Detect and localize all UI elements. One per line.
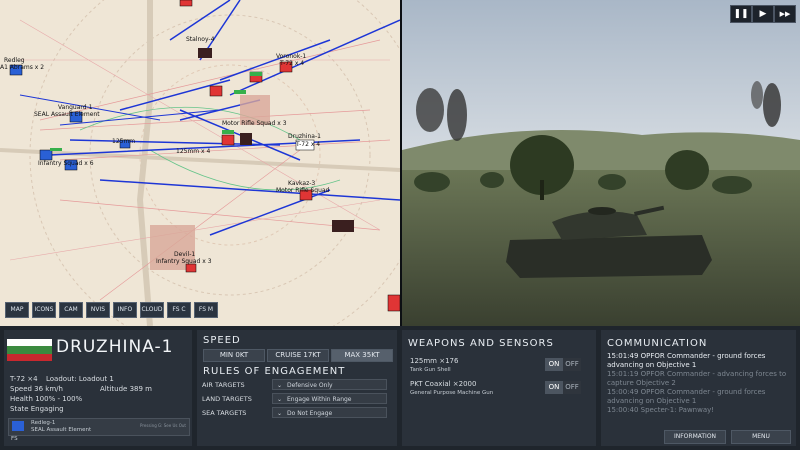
bottom-hud: DRUZHINA-1 T-72 ×4 Loadout: Loadout 1 Sp… (0, 326, 800, 450)
comm-message: 15:00:49 OPFOR Commander - ground forces… (607, 388, 766, 405)
speed-max-button[interactable]: MAX 35KT (331, 349, 393, 362)
unit-panel: DRUZHINA-1 T-72 ×4 Loadout: Loadout 1 Sp… (4, 330, 192, 446)
comm-message: 15:01:19 OPFOR Commander - advancing for… (607, 370, 787, 387)
speed-roe-panel: SPEED MIN 0KT CRUISE 17KT MAX 35KT RULES… (197, 330, 397, 446)
roe-sea-value: Do Not Engage (287, 410, 333, 417)
map-label-devil-sub: Infantry Squad x 3 (156, 258, 212, 265)
map-label-infantry-left: Infantry Squad x 6 (38, 160, 94, 167)
map-label-motor: Motor Rifle Squad x 3 (222, 120, 287, 127)
map-button-map[interactable]: MAP (5, 302, 29, 318)
map-label-kavkaz-sub: Motor Rifle Squad (276, 187, 330, 194)
map-label-redleg-sub: A1 Abrams x 2 (0, 64, 45, 71)
comm-message: 15:01:49 OPFOR Commander - ground forces… (607, 352, 766, 369)
chevron-down-icon: ⌄ (277, 396, 283, 403)
unit-health: Health 100% - 100% (10, 395, 83, 403)
map-button-fsm[interactable]: FS M (194, 302, 218, 318)
map-label-vanguard: Vanguard-1 (58, 104, 93, 111)
roe-land-value: Engage Within Range (287, 396, 352, 403)
scene-canvas (402, 0, 800, 326)
map-label-125mm-a: 125mm (112, 138, 136, 145)
menu-button[interactable]: MENU (731, 430, 791, 444)
map-label-voronok-sub: T-72 x 4 (280, 60, 305, 67)
target-hint: Pressing G: See Us Out (140, 423, 186, 428)
unit-state: State Engaging (10, 405, 64, 413)
unit-icon (12, 421, 24, 431)
map-button-nvis[interactable]: NVIS (86, 302, 110, 318)
map-button-cloud[interactable]: CLOUD (140, 302, 164, 318)
weapon-1-on[interactable]: ON (545, 358, 563, 371)
map-button-icons[interactable]: ICONS (32, 302, 56, 318)
unit-altitude: Altitude 389 m (100, 385, 152, 393)
camera-view[interactable]: ❚❚ ▶ ▶▶ (402, 0, 800, 326)
roe-land-select[interactable]: ⌄ Engage Within Range (272, 393, 387, 404)
chevron-down-icon: ⌄ (277, 382, 283, 389)
map-label-voronok: Voronok-1 (276, 53, 307, 60)
comm-title: COMMUNICATION (607, 338, 708, 349)
weapon-1-name: 125mm ×176 (410, 357, 459, 365)
weapons-title: WEAPONS AND SENSORS (408, 338, 554, 349)
roe-title: RULES OF ENGAGEMENT (203, 366, 346, 377)
unit-name: DRUZHINA-1 (56, 337, 174, 357)
weapons-panel: WEAPONS AND SENSORS 125mm ×176 Tank Gun … (402, 330, 596, 446)
map-label-redleg: Redleg (4, 57, 25, 64)
weapon-2-name: PKT Coaxial ×2000 (410, 380, 477, 388)
pause-button[interactable]: ❚❚ (730, 5, 752, 23)
fast-forward-button[interactable]: ▶▶ (774, 5, 796, 23)
target-item[interactable]: Redleg-1 SEAL Assault Element Pressing G… (8, 418, 190, 436)
roe-air-value: Defensive Only (287, 382, 333, 389)
communication-panel: COMMUNICATION 15:01:49 OPFOR Commander -… (601, 330, 796, 446)
tactical-map[interactable]: Stalnoy-4 Voronok-1 T-72 x 4 Redleg A1 A… (0, 0, 400, 326)
information-button[interactable]: INFORMATION (664, 430, 726, 444)
roe-land-label: LAND TARGETS (202, 394, 252, 403)
weapon-1-off[interactable]: OFF (563, 358, 581, 371)
map-label-vanguard-sub: SEAL Assault Element (34, 111, 100, 118)
weapon-1-desc: Tank Gun Shell (410, 367, 451, 373)
flag-icon (7, 339, 52, 361)
unit-speed: Speed 36 km/h (10, 385, 63, 393)
target-name: Redleg-1 (31, 420, 56, 426)
fs-label: FS (11, 436, 18, 442)
speed-title: SPEED (203, 335, 241, 346)
weapon-1-toggle[interactable]: ON OFF (545, 358, 581, 371)
speed-cruise-button[interactable]: CRUISE 17KT (267, 349, 329, 362)
roe-sea-select[interactable]: ⌄ Do Not Engage (272, 407, 387, 418)
unit-loadout: Loadout: Loadout 1 (46, 375, 114, 383)
weapon-2-on[interactable]: ON (545, 381, 563, 394)
weapon-2-toggle[interactable]: ON OFF (545, 381, 581, 394)
roe-sea-label: SEA TARGETS (202, 408, 247, 417)
target-desc: SEAL Assault Element (31, 427, 92, 433)
map-label-druzhina-sub: T-72 x 4 (296, 141, 321, 148)
weapon-2-desc: General Purpose Machine Gun (410, 390, 494, 396)
comm-message: 15:00:40 Specter-1: Pawnway! (607, 406, 715, 414)
roe-air-select[interactable]: ⌄ Defensive Only (272, 379, 387, 390)
map-label-devil: Devil-1 (174, 251, 196, 258)
map-label-stalnoy: Stalnoy-4 (186, 36, 215, 43)
weapon-2-off[interactable]: OFF (563, 381, 581, 394)
map-label-125mm-b: 125mm x 4 (176, 148, 211, 155)
map-label-kavkaz: Kavkaz-3 (288, 180, 316, 187)
speed-min-button[interactable]: MIN 0KT (203, 349, 265, 362)
map-label-druzhina: Druzhina-1 (288, 133, 321, 140)
map-button-cam[interactable]: CAM (59, 302, 83, 318)
map-button-fsc[interactable]: FS C (167, 302, 191, 318)
map-button-info[interactable]: INFO (113, 302, 137, 318)
unit-type: T-72 ×4 (10, 375, 38, 383)
comm-log: 15:01:49 OPFOR Commander - ground forces… (607, 352, 787, 415)
map-toolbar: MAP ICONS CAM NVIS INFO CLOUD FS C FS M (5, 302, 218, 318)
play-button[interactable]: ▶ (752, 5, 774, 23)
roe-air-label: AIR TARGETS (202, 380, 245, 389)
chevron-down-icon: ⌄ (277, 410, 283, 417)
